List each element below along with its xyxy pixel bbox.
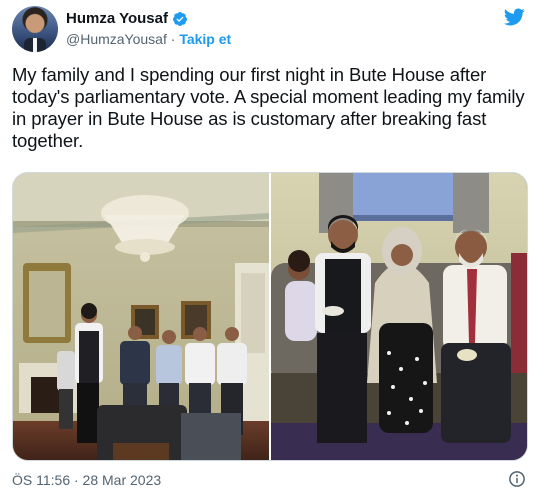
family-photo-image — [271, 173, 527, 460]
separator-dot: · — [170, 31, 176, 47]
follow-button[interactable]: Takip et — [179, 31, 231, 47]
tweet-card: Humza Yousaf @HumzaYousaf · Takip et My … — [0, 0, 540, 492]
verified-badge-icon — [172, 11, 187, 26]
handle-row: @HumzaYousaf · Takip et — [66, 31, 231, 47]
twitter-bird-icon[interactable] — [502, 6, 526, 28]
photo-family[interactable] — [271, 173, 527, 460]
tweet-timestamp[interactable]: ÖS 11:56 · 28 Mar 2023 — [12, 472, 161, 488]
author-name[interactable]: Humza Yousaf — [66, 10, 168, 27]
author-name-row: Humza Yousaf — [66, 10, 188, 27]
photo-prayer[interactable] — [13, 173, 269, 460]
tweet-media — [12, 172, 528, 461]
info-icon[interactable] — [508, 470, 526, 488]
tweet-text: My family and I spending our first night… — [12, 64, 525, 151]
tweet-header: Humza Yousaf @HumzaYousaf · Takip et — [12, 6, 528, 54]
author-handle[interactable]: @HumzaYousaf — [66, 31, 167, 47]
avatar[interactable] — [12, 6, 58, 52]
prayer-photo-image — [13, 173, 269, 460]
